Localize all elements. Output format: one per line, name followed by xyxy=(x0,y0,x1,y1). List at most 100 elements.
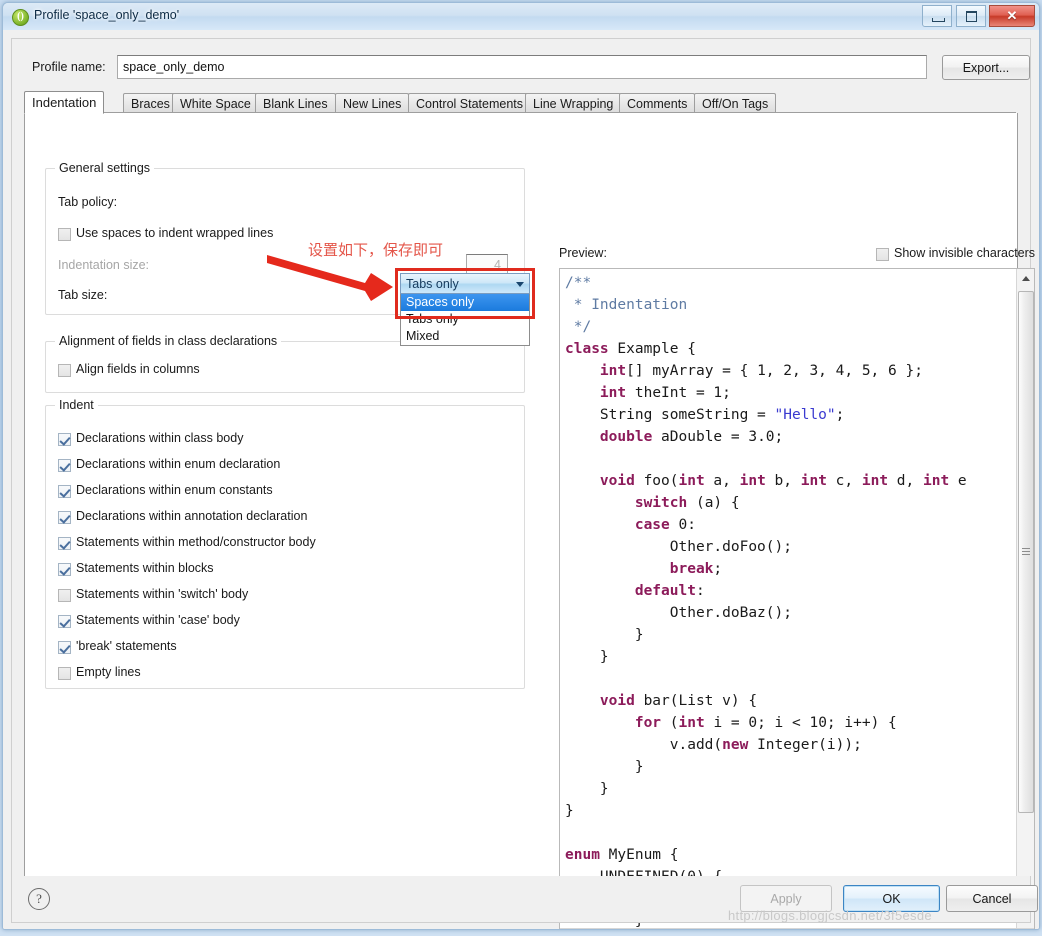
code-line: void bar(List v) { xyxy=(599,693,758,709)
code-line: } xyxy=(565,649,609,665)
checkbox-icon xyxy=(58,641,71,654)
tab-white-space[interactable]: White Space xyxy=(172,93,259,113)
tab-indentation[interactable]: Indentation xyxy=(24,91,105,114)
tab-page-indentation: General settings Tab policy: Use spaces … xyxy=(24,113,1035,929)
cancel-button[interactable]: Cancel xyxy=(946,885,1038,912)
profile-name-label: Profile name: xyxy=(32,60,106,74)
tab-comments[interactable]: Comments xyxy=(619,93,696,113)
indent-option-label: Declarations within enum declaration xyxy=(76,457,281,471)
export-button[interactable]: Export... xyxy=(942,55,1030,80)
code-line: Other.doFoo(); xyxy=(565,539,792,555)
checkbox-icon xyxy=(58,433,71,446)
preview-code-text: /** * Indentation */ class Example { int[… xyxy=(565,272,1017,929)
code-line: Other.doBaz(); xyxy=(565,605,792,621)
preview-vertical-scrollbar[interactable] xyxy=(1016,269,1034,929)
dropdown-option-spaces-only[interactable]: Spaces only xyxy=(401,294,529,311)
minimize-button[interactable] xyxy=(922,5,953,27)
show-invisible-characters-label: Show invisible characters xyxy=(894,246,1036,260)
code-line: default: xyxy=(634,583,705,599)
chevron-down-icon xyxy=(516,282,524,287)
code-line: } xyxy=(565,627,644,643)
indent-legend: Indent xyxy=(55,398,98,412)
window-title: Profile 'space_only_demo' xyxy=(34,8,180,22)
code-line: v.add(new Integer(i)); xyxy=(565,737,862,753)
alignment-group: Alignment of fields in class declaration… xyxy=(45,334,525,393)
indent-option-label: Statements within blocks xyxy=(76,561,214,575)
indent-option-label: Statements within 'switch' body xyxy=(76,587,249,601)
indent-option-label: Empty lines xyxy=(76,665,141,679)
scroll-grip-icon xyxy=(1022,548,1030,556)
preview-code-panel: /** * Indentation */ class Example { int[… xyxy=(559,268,1035,929)
dialog-window: () Profile 'space_only_demo' ✕ Profile n… xyxy=(2,2,1040,930)
minimize-icon xyxy=(932,18,946,22)
dropdown-option-tabs-only[interactable]: Tabs only xyxy=(401,311,529,328)
tab-new-lines[interactable]: New Lines xyxy=(335,93,410,113)
code-line: * Indentation xyxy=(565,297,688,313)
tab-policy-combo-wrap: Tabs only Spaces only Tabs only Mixed xyxy=(395,268,535,346)
window-controls: ✕ xyxy=(922,5,1035,27)
title-bar: () Profile 'space_only_demo' ✕ xyxy=(3,3,1039,31)
alignment-legend: Alignment of fields in class declaration… xyxy=(55,334,282,348)
indent-option-label: Statements within 'case' body xyxy=(76,613,240,627)
code-line: class Example { xyxy=(565,341,696,357)
checkbox-icon xyxy=(58,228,71,241)
preview-label: Preview: xyxy=(559,246,607,260)
maximize-icon xyxy=(965,11,977,22)
profile-name-input[interactable] xyxy=(117,55,927,79)
checkbox-icon xyxy=(58,563,71,576)
profile-name-row: Profile name: Export... xyxy=(24,55,1030,81)
code-line: for (int i = 0; i < 10; i++) { xyxy=(634,715,897,731)
tab-policy-dropdown-list: Spaces only Tabs only Mixed xyxy=(400,294,530,346)
tab-policy-combo-value: Tabs only xyxy=(406,277,459,291)
tab-braces[interactable]: Braces xyxy=(123,93,178,113)
code-line: enum MyEnum { xyxy=(565,847,679,863)
tab-strip: Indentation Braces White Space Blank Lin… xyxy=(24,91,1016,114)
tab-line-wrapping[interactable]: Line Wrapping xyxy=(525,93,622,113)
indentation-size-label: Indentation size: xyxy=(58,258,150,272)
tab-policy-combo[interactable]: Tabs only xyxy=(400,273,530,294)
preview-horizontal-scrollbar[interactable] xyxy=(560,928,1018,929)
code-line: } xyxy=(565,803,574,819)
code-line: case 0: xyxy=(634,517,696,533)
indentation-size-input[interactable]: 4 xyxy=(466,254,508,275)
help-icon[interactable]: ? xyxy=(28,888,50,910)
tab-blank-lines[interactable]: Blank Lines xyxy=(255,93,336,113)
scroll-up-icon[interactable] xyxy=(1022,276,1030,281)
indent-option-label: Declarations within class body xyxy=(76,431,244,445)
content-pane: Profile name: Export... Indentation Brac… xyxy=(11,38,1035,929)
scrollbar-corner xyxy=(1016,928,1034,929)
checkbox-icon xyxy=(58,615,71,628)
code-line: break; xyxy=(669,561,723,577)
use-spaces-wrapped-label: Use spaces to indent wrapped lines xyxy=(76,226,274,240)
code-line: } xyxy=(565,759,644,775)
tab-size-label: Tab size: xyxy=(58,288,108,302)
tab-control-statements[interactable]: Control Statements xyxy=(408,93,531,113)
checkbox-icon xyxy=(58,459,71,472)
checkbox-icon xyxy=(58,667,71,680)
tab-off-on-tags[interactable]: Off/On Tags xyxy=(694,93,777,113)
code-line: switch (a) { xyxy=(634,495,740,511)
align-fields-label: Align fields in columns xyxy=(76,362,200,376)
code-line: int[] myArray = { 1, 2, 3, 4, 5, 6 }; xyxy=(599,363,923,379)
checkbox-icon xyxy=(876,248,889,261)
indent-group: Indent Declarations within class body De… xyxy=(45,398,525,689)
code-line: String someString = "Hello"; xyxy=(565,407,845,423)
close-icon: ✕ xyxy=(1006,8,1018,23)
checkbox-icon xyxy=(58,485,71,498)
dropdown-option-mixed[interactable]: Mixed xyxy=(401,328,529,345)
indent-option-label: 'break' statements xyxy=(76,639,177,653)
close-button[interactable]: ✕ xyxy=(989,5,1035,27)
indent-option-label: Declarations within enum constants xyxy=(76,483,273,497)
checkbox-icon xyxy=(58,511,71,524)
maximize-button[interactable] xyxy=(955,5,986,27)
dialog-body: Profile name: Export... Indentation Brac… xyxy=(3,30,1039,929)
code-line: void foo(int a, int b, int c, int d, int… xyxy=(599,473,967,489)
checkbox-icon xyxy=(58,364,71,377)
annotation-arrow-icon xyxy=(267,255,393,301)
vertical-scroll-thumb[interactable] xyxy=(1018,291,1034,813)
screen: () Profile 'space_only_demo' ✕ Profile n… xyxy=(0,0,1042,936)
java-formatter-icon: () xyxy=(12,9,29,26)
